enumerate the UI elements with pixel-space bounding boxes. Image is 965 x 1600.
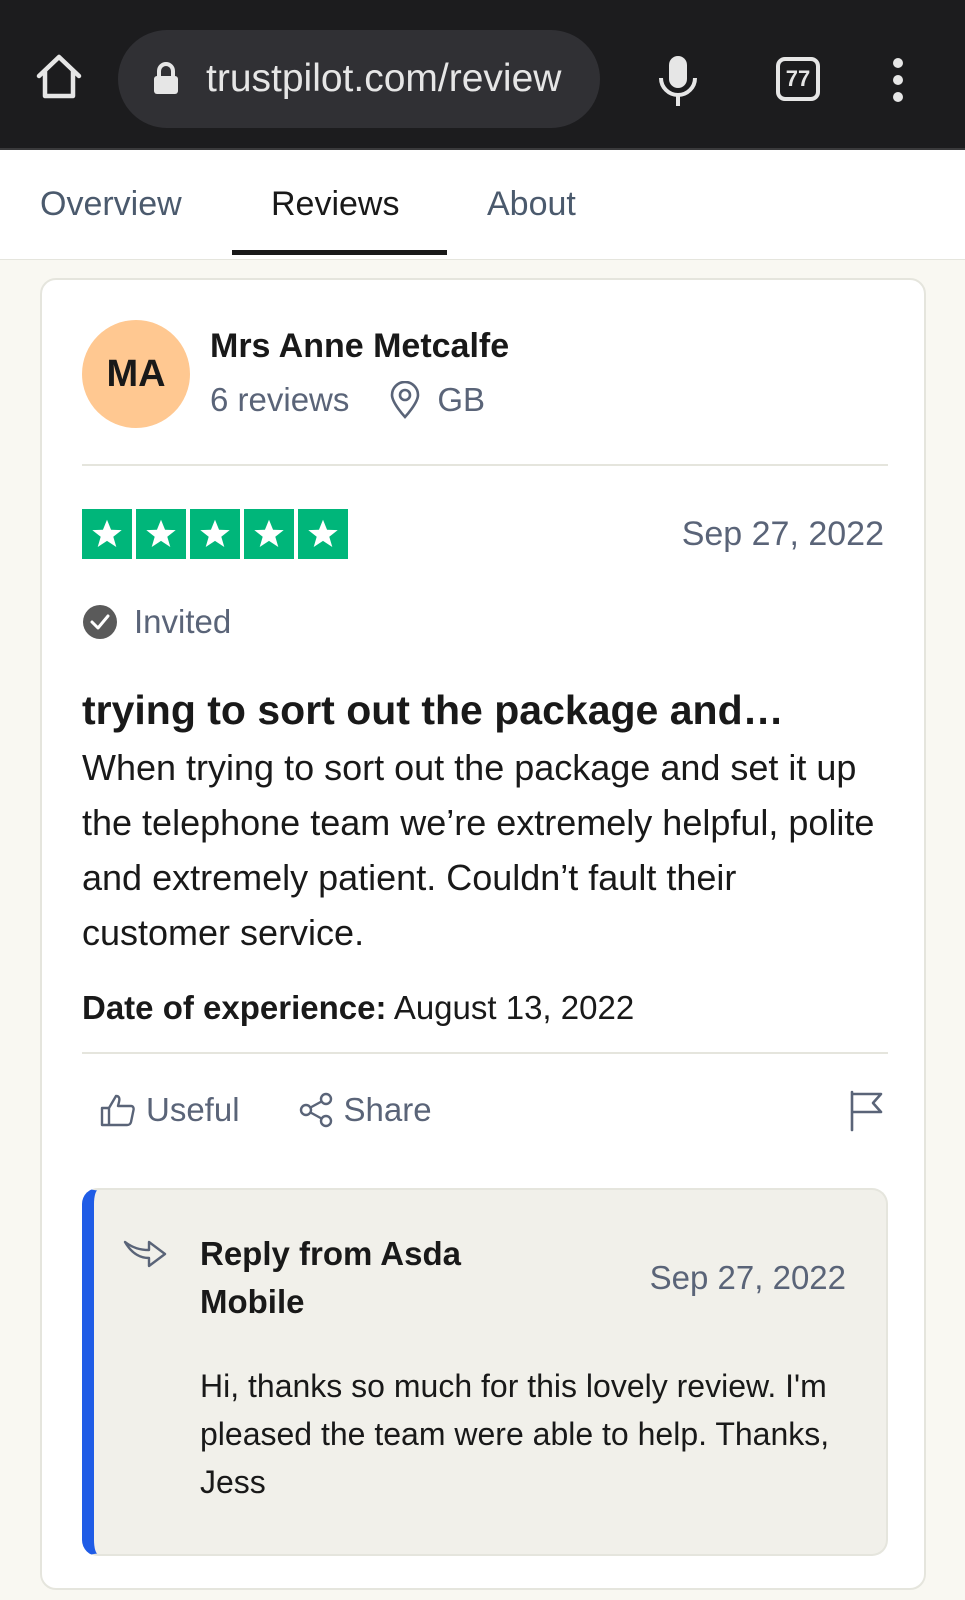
location-pin-icon — [391, 381, 420, 419]
tab-count: 77 — [785, 66, 811, 91]
experience-date: August 13, 2022 — [393, 989, 635, 1026]
browser-toolbar: trustpilot.com/review 77 — [0, 0, 965, 150]
url-text: trustpilot.com/review — [206, 57, 562, 100]
tab-overview[interactable]: Overview — [40, 182, 182, 226]
invited-badge[interactable]: Invited — [82, 600, 231, 644]
star-rating — [82, 509, 348, 559]
home-icon[interactable] — [34, 52, 84, 102]
review-card: MA Mrs Anne Metcalfe 6 reviews GB Sep 27… — [40, 278, 926, 1590]
active-tab-indicator — [232, 250, 447, 255]
check-circle-icon — [83, 605, 117, 639]
star-icon — [190, 509, 240, 559]
review-body: When trying to sort out the package and … — [82, 747, 875, 953]
reply-from: Reply from Asda Mobile — [200, 1235, 462, 1320]
reviewer-name[interactable]: Mrs Anne Metcalfe — [210, 324, 509, 368]
useful-button[interactable]: Useful — [100, 1088, 240, 1132]
experience-label: Date of experience: — [82, 989, 387, 1026]
reviewer-meta: 6 reviews GB — [210, 378, 485, 422]
reviewer-country: GB — [437, 381, 486, 418]
share-button[interactable]: Share — [298, 1088, 432, 1132]
reply-date: Sep 27, 2022 — [649, 1259, 846, 1296]
share-label: Share — [343, 1091, 432, 1128]
reviewer-review-count: 6 reviews — [210, 381, 350, 418]
company-reply: Reply from Asda Mobile Sep 27, 2022 Hi, … — [82, 1188, 888, 1556]
review-actions: Useful Share — [100, 1088, 432, 1132]
divider — [82, 464, 888, 466]
review-date: Sep 27, 2022 — [681, 515, 884, 553]
star-icon — [244, 509, 294, 559]
thumbs-up-icon — [100, 1094, 135, 1127]
more-options-icon[interactable] — [883, 56, 913, 104]
invited-label: Invited — [134, 603, 232, 640]
useful-label: Useful — [146, 1091, 240, 1128]
microphone-icon[interactable] — [655, 54, 701, 108]
lock-icon — [154, 62, 178, 94]
date-of-experience: Date of experience: August 13, 2022 — [82, 986, 634, 1030]
tab-about[interactable]: About — [487, 182, 576, 226]
tab-switcher-button[interactable]: 77 — [776, 57, 820, 101]
reply-arrow-icon — [123, 1240, 167, 1268]
flag-icon[interactable] — [848, 1090, 884, 1132]
divider — [82, 1052, 888, 1054]
avatar[interactable]: MA — [82, 320, 190, 428]
star-icon — [136, 509, 186, 559]
address-bar[interactable]: trustpilot.com/review — [118, 30, 600, 128]
page-tabs: Overview Reviews About — [0, 150, 965, 260]
star-icon — [82, 509, 132, 559]
star-icon — [298, 509, 348, 559]
share-icon — [299, 1092, 332, 1128]
review-title[interactable]: trying to sort out the package and… — [82, 684, 888, 736]
tab-reviews[interactable]: Reviews — [271, 182, 399, 226]
reply-body: Hi, thanks so much for this lovely revie… — [200, 1368, 830, 1500]
